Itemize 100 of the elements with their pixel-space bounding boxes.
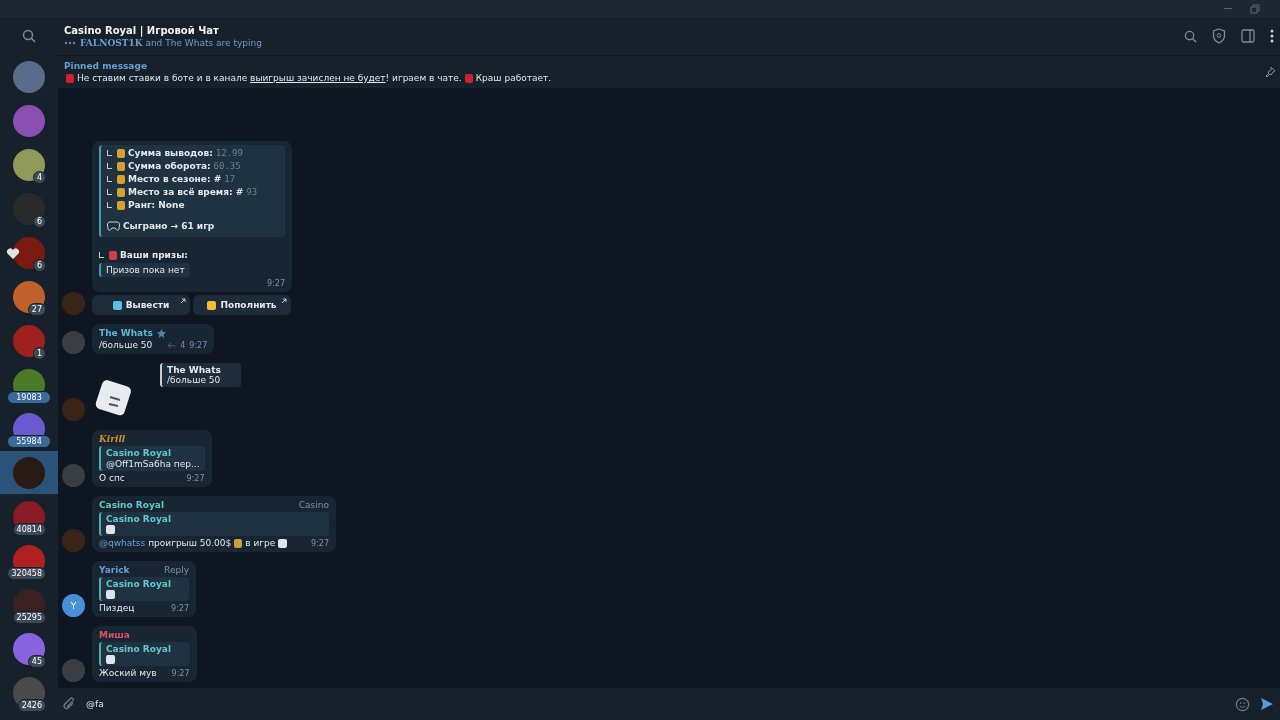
sender-tag: Reply: [154, 565, 189, 575]
unread-badge: 2426: [17, 699, 46, 712]
prizes-quote: Призов пока нет: [99, 263, 190, 277]
arrow-icon: [180, 298, 186, 304]
chat-list-item[interactable]: 25295: [0, 583, 58, 626]
stat-value: 60.35: [213, 160, 241, 172]
message-time: 9:27: [171, 603, 189, 613]
message-text: в игре: [245, 538, 276, 548]
arrow-icon: [281, 298, 287, 304]
unread-badge: 45: [27, 655, 46, 668]
chat-list-item[interactable]: 6: [0, 187, 58, 230]
reply-count: 4: [180, 340, 186, 350]
unread-badge: 25295: [12, 611, 46, 624]
unread-badge: 40814: [12, 523, 46, 536]
user-avatar: [62, 464, 85, 487]
quote-sender: Casino Royal: [106, 514, 171, 524]
quote-sender: Casino Royal: [106, 644, 171, 654]
message-time: 9:27: [311, 538, 329, 548]
message-text: проигрыш 50.00$: [148, 538, 232, 548]
chat-list-item[interactable]: 27: [0, 275, 58, 318]
pinned-text: Не ставим ставки в боте и в канале выигрыш зачислен не будет! играем в чате.: [77, 73, 462, 83]
pinned-link[interactable]: выигрыш зачислен не будет: [250, 73, 386, 83]
stat-label: Сумма оборота:: [128, 160, 211, 172]
quote-block[interactable]: Casino Royal @Off1mSa6ha пер...: [99, 446, 205, 471]
message-time: 9:27: [186, 473, 205, 483]
chat-list-item[interactable]: 45: [0, 627, 58, 670]
quote-block[interactable]: Casino Royal: [99, 512, 329, 536]
stat-value: 12.99: [215, 147, 243, 159]
mention-link[interactable]: @qwhatss: [99, 538, 146, 548]
chat-title: Casino Royal | Игровой Чат: [64, 24, 220, 36]
attach-icon[interactable]: [62, 696, 76, 712]
tree-corner-icon: [107, 189, 112, 195]
stat-label: Место в сезоне: #: [128, 173, 222, 185]
message-text: О спс: [99, 473, 125, 483]
search-icon[interactable]: [22, 29, 36, 43]
games-played: Сыграно → 61 игр: [123, 220, 215, 232]
chat-list-item[interactable]: 55984: [0, 407, 58, 450]
message-input[interactable]: @fa: [86, 693, 1225, 715]
sender-tag: Casino: [288, 500, 329, 510]
message-time: 9:27: [189, 340, 208, 350]
pinned-message-bar[interactable]: Pinned message Не ставим ставки в боте и в канале выигрыш зачислен не будет! играем в чате. Краш работает.: [58, 55, 1280, 88]
tree-corner-icon: [107, 150, 112, 156]
chat-list-item[interactable]: 2426: [0, 671, 58, 714]
message-text: /больше 50: [99, 340, 153, 350]
sender-name[interactable]: Миша: [99, 630, 130, 640]
bot-avatar: [62, 292, 85, 315]
stat-label: Ранг: None: [128, 199, 185, 211]
chat-list-item[interactable]: 1: [0, 319, 58, 362]
sender-name[interactable]: The Whats: [99, 328, 153, 338]
gamepad-icon: [107, 221, 120, 231]
more-icon[interactable]: [1270, 29, 1274, 43]
stat-value: 17: [224, 173, 236, 185]
unread-badge: 27: [27, 303, 46, 316]
message-time: 9:27: [267, 279, 285, 288]
shield-icon[interactable]: [1212, 28, 1226, 44]
chat-list-item[interactable]: 4: [0, 143, 58, 186]
unread-badge: 320458: [7, 567, 46, 580]
bot-avatar: [62, 398, 85, 421]
quote-block[interactable]: Casino Royal: [99, 642, 190, 666]
chat-list-item[interactable]: 40814: [0, 495, 58, 538]
user-avatar: [62, 529, 85, 552]
reply-preview[interactable]: The Whats /больше 50: [160, 363, 241, 387]
inline-button[interactable]: Пополнить: [193, 295, 291, 315]
quote-text: @Off1mSa6ha пер...: [106, 459, 200, 469]
tree-corner-icon: [107, 163, 112, 169]
pinned-label: Pinned message: [64, 61, 148, 71]
send-icon[interactable]: [1260, 697, 1274, 711]
tree-corner-icon: [107, 202, 112, 208]
prizes-heading: Ваши призы:: [120, 249, 188, 261]
reply-text: /больше 50: [167, 375, 221, 385]
sidebar-toggle-icon[interactable]: [1241, 29, 1255, 43]
pinned-text: Краш работает.: [475, 73, 552, 83]
tree-corner-icon: [99, 252, 104, 258]
chat-list-item[interactable]: 320458: [0, 539, 58, 582]
user-avatar: [62, 659, 85, 682]
message-text: Жоский мув: [99, 668, 157, 678]
reply-sender: The Whats: [167, 365, 221, 375]
reply-arrow-icon: [167, 341, 177, 349]
inline-button[interactable]: Вывести: [92, 295, 190, 315]
stat-label: Сумма выводов:: [128, 147, 213, 159]
message-text: Пиздец: [99, 603, 135, 613]
search-icon[interactable]: [1184, 29, 1197, 43]
quote-block[interactable]: Casino Royal: [99, 577, 189, 601]
message-composer[interactable]: @fa: [58, 688, 1280, 720]
user-avatar: [62, 331, 85, 354]
stat-value: 93: [246, 186, 258, 198]
message-time: 9:27: [171, 668, 190, 678]
pin-icon[interactable]: [1264, 66, 1276, 78]
unread-badge: 55984: [7, 435, 51, 448]
chat-list-item[interactable]: 19083: [0, 363, 58, 406]
sender-name[interactable]: Yarick: [99, 565, 130, 575]
sender-name[interactable]: Casino Royal: [99, 500, 164, 510]
quote-sender: Casino Royal: [106, 448, 171, 458]
typing-dots-icon: [64, 40, 76, 45]
quote-sender: Casino Royal: [106, 579, 171, 589]
stat-label: Место за всё время: #: [128, 186, 244, 198]
star-icon: [156, 328, 166, 338]
sender-name[interactable]: Kirill: [99, 434, 126, 444]
typing-status: FALNOST1K and The Whats are typing: [80, 37, 262, 48]
chat-list-item[interactable]: 6: [0, 231, 58, 274]
